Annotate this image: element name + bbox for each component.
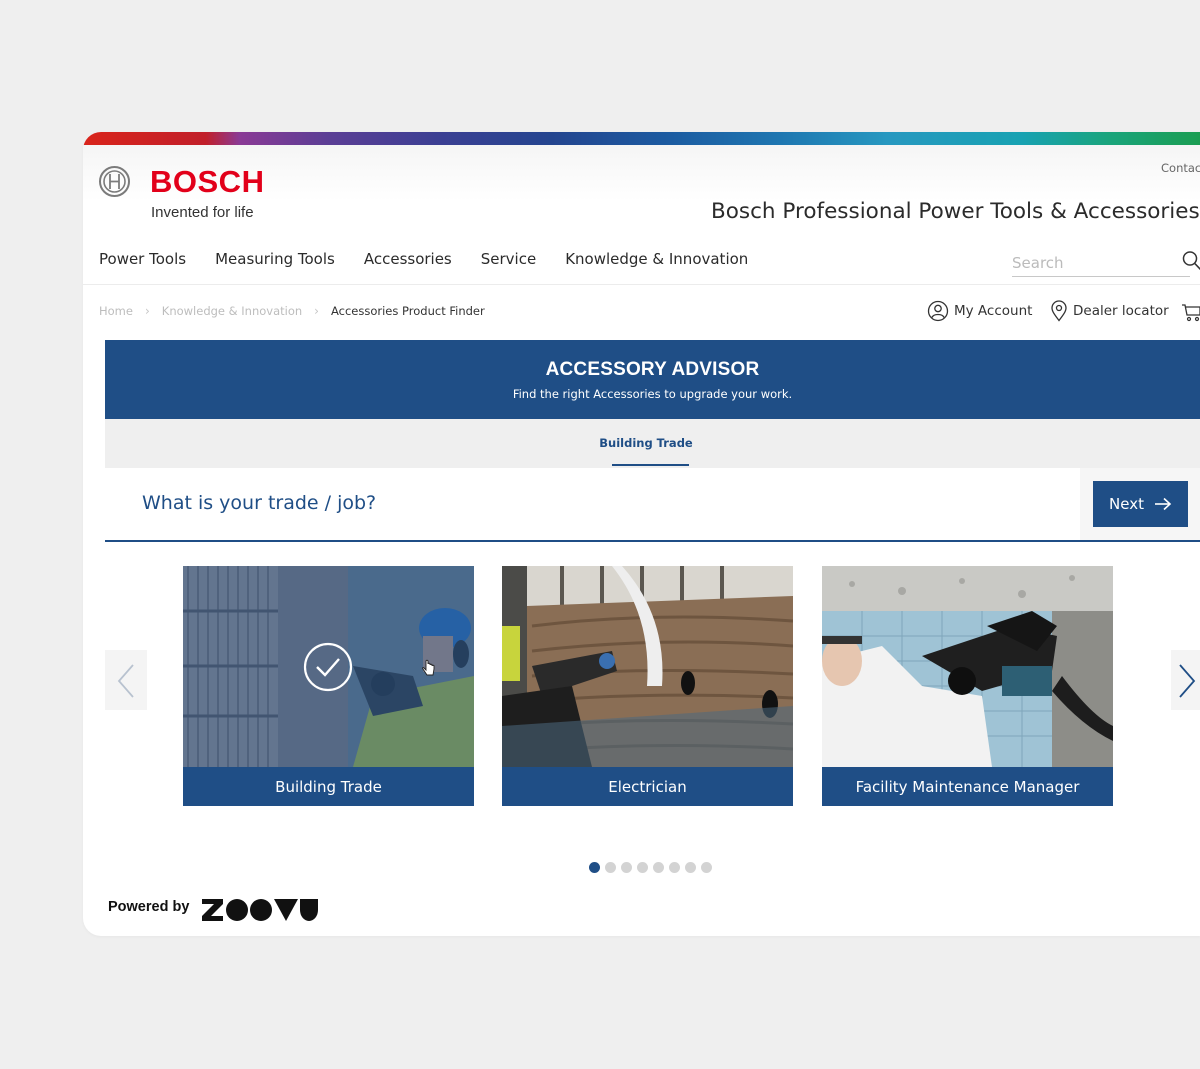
bosch-armature-icon[interactable] [99, 166, 130, 197]
brand-logo[interactable]: BOSCH [150, 164, 264, 200]
trade-card-building-trade[interactable]: Building Trade [183, 566, 474, 806]
nav-item-power-tools[interactable]: Power Tools [99, 250, 186, 268]
card-label: Electrician [502, 767, 793, 806]
nav-divider [83, 284, 1200, 285]
facility-maintenance-photo [822, 566, 1113, 767]
accessory-advisor-banner: ACCESSORY ADVISOR Find the right Accesso… [105, 340, 1200, 419]
question-divider [105, 540, 1200, 542]
arrow-right-icon [1154, 497, 1172, 511]
brand-supergraphic [83, 132, 1200, 145]
site-title: Bosch Professional Power Tools & Accesso… [711, 199, 1200, 224]
nav-item-measuring-tools[interactable]: Measuring Tools [215, 250, 335, 268]
browser-viewport: BOSCH Invented for life Contac Bosch Pro… [83, 132, 1200, 936]
search-icon[interactable] [1182, 250, 1200, 276]
pagination-dot-3[interactable] [621, 862, 632, 873]
checkmark-circle-icon [303, 642, 353, 692]
chevron-right-icon [1179, 664, 1196, 698]
card-label: Facility Maintenance Manager [822, 767, 1113, 806]
cart-icon[interactable] [1182, 302, 1200, 326]
my-account-label: My Account [954, 303, 1033, 319]
pagination-dot-2[interactable] [605, 862, 616, 873]
zoovu-logo[interactable] [201, 897, 319, 923]
nav-item-service[interactable]: Service [481, 250, 536, 268]
next-button[interactable]: Next [1093, 481, 1188, 527]
user-icon [927, 300, 949, 322]
trade-card-facility-maintenance-manager[interactable]: Facility Maintenance Manager [822, 566, 1113, 806]
electrician-photo [502, 566, 793, 767]
dealer-locator-link[interactable]: Dealer locator [1050, 300, 1169, 322]
nav-item-knowledge-innovation[interactable]: Knowledge & Innovation [565, 250, 748, 268]
pagination-dot-4[interactable] [637, 862, 648, 873]
step-tab-building-trade[interactable]: Building Trade [591, 436, 701, 450]
pagination-dot-8[interactable] [701, 862, 712, 873]
next-button-label: Next [1109, 495, 1144, 513]
contact-link[interactable]: Contac [1161, 161, 1200, 175]
card-label: Building Trade [183, 767, 474, 806]
advisor-title: ACCESSORY ADVISOR [545, 359, 760, 380]
pagination-dot-6[interactable] [669, 862, 680, 873]
hand-cursor-icon [422, 659, 435, 676]
carousel-prev-button[interactable] [105, 650, 147, 710]
chevron-left-icon [117, 664, 134, 698]
breadcrumb-home[interactable]: Home [99, 304, 133, 318]
advisor-subtitle: Find the right Accessories to upgrade yo… [512, 387, 793, 401]
powered-by-label: Powered by [108, 899, 190, 915]
main-navigation: Power Tools Measuring Tools Accessories … [99, 250, 777, 268]
brand-tagline: Invented for life [151, 204, 254, 221]
breadcrumb-knowledge-innovation[interactable]: Knowledge & Innovation [162, 304, 302, 318]
trade-card-electrician[interactable]: Electrician [502, 566, 793, 806]
carousel-pagination [589, 862, 712, 873]
active-step-indicator [612, 464, 689, 466]
breadcrumb-current: Accessories Product Finder [330, 304, 485, 318]
advisor-step-bar: Building Trade [105, 419, 1200, 468]
my-account-link[interactable]: My Account [927, 300, 1032, 322]
chevron-right-icon: › [314, 304, 319, 318]
pagination-dot-5[interactable] [653, 862, 664, 873]
location-pin-icon [1051, 300, 1067, 322]
carousel-next-button[interactable] [1171, 650, 1200, 710]
chevron-right-icon: › [144, 304, 150, 318]
breadcrumb: Home › Knowledge & Innovation › Accessor… [99, 304, 485, 318]
pagination-dot-1[interactable] [589, 862, 600, 873]
search-input[interactable] [1012, 250, 1190, 277]
dealer-locator-label: Dealer locator [1073, 303, 1169, 319]
advisor-question: What is your trade / job? [142, 492, 377, 514]
pagination-dot-7[interactable] [685, 862, 696, 873]
nav-item-accessories[interactable]: Accessories [364, 250, 452, 268]
